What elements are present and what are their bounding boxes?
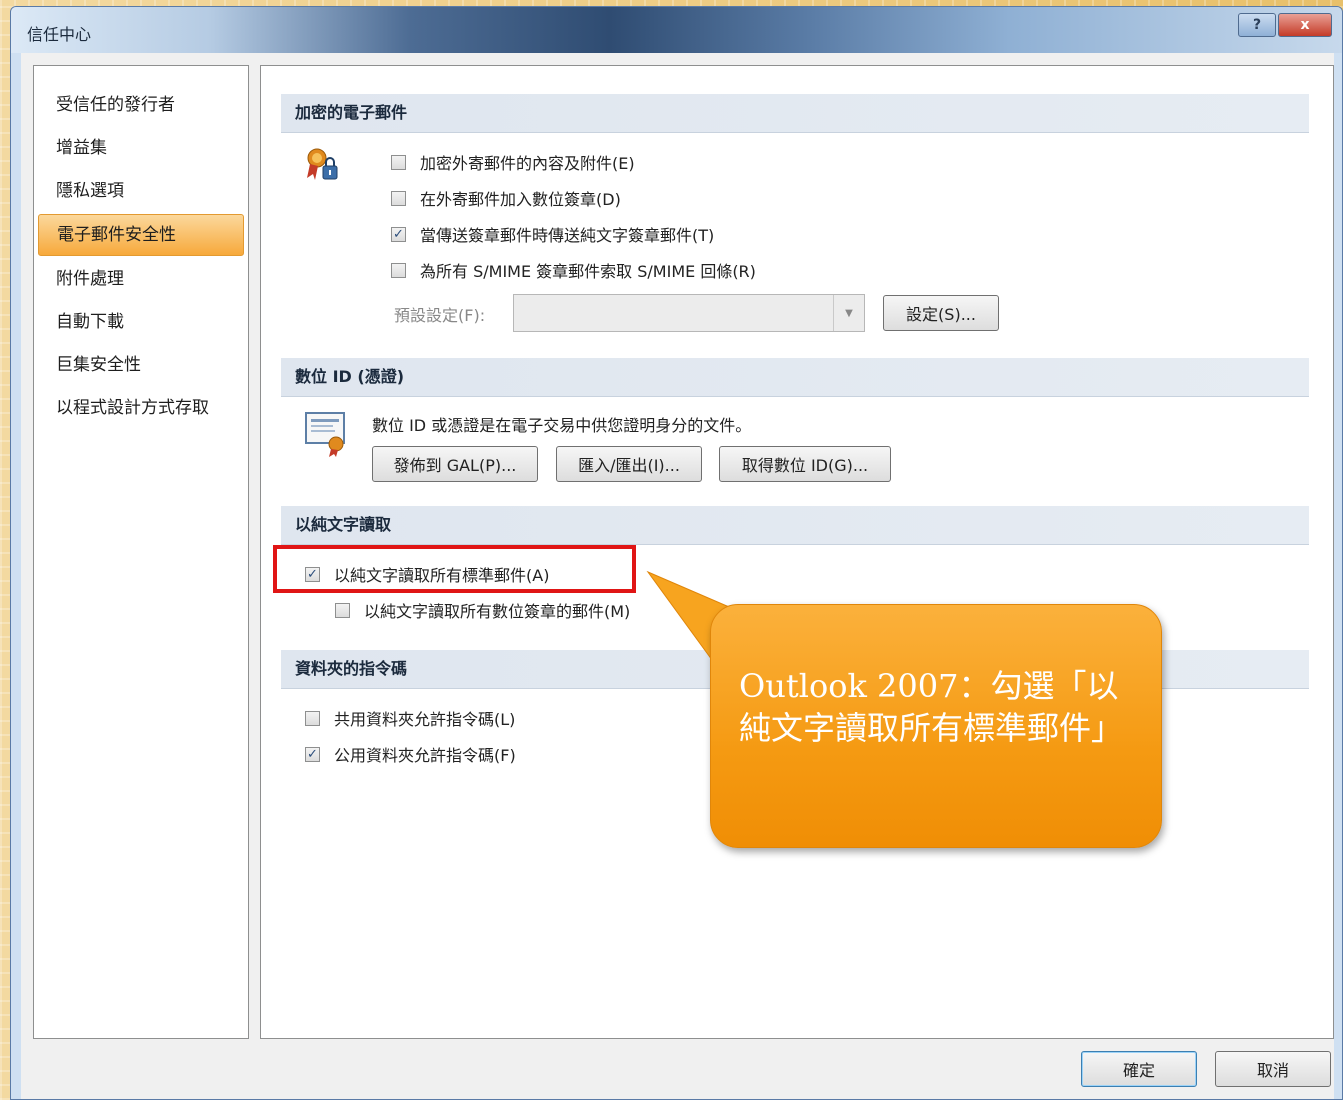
certificate-lock-icon [303, 146, 343, 190]
window-title: 信任中心 [27, 25, 92, 44]
option-label: 共用資料夾允許指令碼(L) [334, 710, 516, 729]
default-setting-label: 預設設定(F): [394, 306, 486, 325]
section-header-digital-id: 數位 ID (憑證) [281, 358, 1309, 397]
chevron-down-icon[interactable]: ▼ [833, 295, 864, 331]
sidebar-item-macro-security[interactable]: 巨集安全性 [38, 345, 244, 385]
sidebar-item-trusted-publishers[interactable]: 受信任的發行者 [38, 85, 244, 125]
checkbox-public-folder-script[interactable]: ✓ [305, 746, 320, 762]
callout-text: Outlook 2007：勾選「以純文字讀取所有標準郵件」 [739, 667, 1124, 747]
trust-center-dialog: 信任中心 ? x 受信任的發行者 增益集 隱私選項 電子郵件安全性 附件處理 自… [10, 6, 1343, 1100]
checkbox-add-digital-signature[interactable] [391, 190, 406, 206]
option-read-signed-plain-text[interactable]: 以純文字讀取所有數位簽章的郵件(M) [335, 598, 630, 622]
sidebar-item-attachment-handling[interactable]: 附件處理 [38, 259, 244, 299]
ok-button[interactable]: 確定 [1081, 1051, 1197, 1087]
option-encrypt-contents[interactable]: 加密外寄郵件的內容及附件(E) [391, 150, 635, 174]
cancel-button[interactable]: 取消 [1215, 1051, 1331, 1087]
annotation-callout: Outlook 2007：勾選「以純文字讀取所有標準郵件」 [710, 604, 1162, 848]
option-add-digital-signature[interactable]: 在外寄郵件加入數位簽章(D) [391, 186, 621, 210]
sidebar-item-privacy-options[interactable]: 隱私選項 [38, 171, 244, 211]
checkbox-request-smime-receipt[interactable] [391, 262, 406, 278]
close-button[interactable]: x [1278, 13, 1332, 37]
help-button[interactable]: ? [1238, 13, 1276, 37]
publish-to-gal-button[interactable]: 發佈到 GAL(P)... [372, 446, 538, 482]
sidebar-item-automatic-download[interactable]: 自動下載 [38, 302, 244, 342]
sidebar-item-add-ins[interactable]: 增益集 [38, 128, 244, 168]
import-export-button[interactable]: 匯入/匯出(I)... [556, 446, 702, 482]
certificate-document-icon [303, 410, 349, 462]
section-header-read-plain-text: 以純文字讀取 [281, 506, 1309, 545]
checkbox-send-clear-text-signed[interactable]: ✓ [391, 226, 406, 242]
option-public-folder-script[interactable]: ✓ 公用資料夾允許指令碼(F) [305, 742, 516, 766]
default-setting-dropdown[interactable]: ▼ [513, 294, 865, 332]
option-label: 以純文字讀取所有數位簽章的郵件(M) [364, 602, 631, 621]
digital-id-description: 數位 ID 或憑證是在電子交易中供您證明身分的文件。 [372, 416, 752, 435]
checkbox-encrypt-contents[interactable] [391, 154, 406, 170]
option-request-smime-receipt[interactable]: 為所有 S/MIME 簽章郵件索取 S/MIME 回條(R) [391, 258, 756, 282]
option-label: 為所有 S/MIME 簽章郵件索取 S/MIME 回條(R) [420, 262, 756, 281]
category-sidebar: 受信任的發行者 增益集 隱私選項 電子郵件安全性 附件處理 自動下載 巨集安全性… [33, 65, 249, 1039]
title-bar[interactable]: 信任中心 ? x [11, 7, 1342, 53]
title-buttons: ? x [1238, 13, 1332, 37]
checkbox-read-signed-plain-text[interactable] [335, 602, 350, 618]
option-label: 公用資料夾允許指令碼(F) [334, 746, 516, 765]
checkbox-shared-folder-script[interactable] [305, 710, 320, 726]
sidebar-item-programmatic-access[interactable]: 以程式設計方式存取 [38, 388, 244, 428]
sidebar-item-email-security[interactable]: 電子郵件安全性 [38, 214, 244, 256]
highlight-box [273, 545, 636, 593]
option-label: 在外寄郵件加入數位簽章(D) [420, 190, 621, 209]
option-label: 加密外寄郵件的內容及附件(E) [420, 154, 635, 173]
option-label: 當傳送簽章郵件時傳送純文字簽章郵件(T) [420, 226, 715, 245]
settings-button[interactable]: 設定(S)... [883, 295, 999, 331]
option-send-clear-text-signed[interactable]: ✓ 當傳送簽章郵件時傳送純文字簽章郵件(T) [391, 222, 714, 246]
get-digital-id-button[interactable]: 取得數位 ID(G)... [719, 446, 891, 482]
option-shared-folder-script[interactable]: 共用資料夾允許指令碼(L) [305, 706, 515, 730]
section-header-encrypted-email: 加密的電子郵件 [281, 94, 1309, 133]
